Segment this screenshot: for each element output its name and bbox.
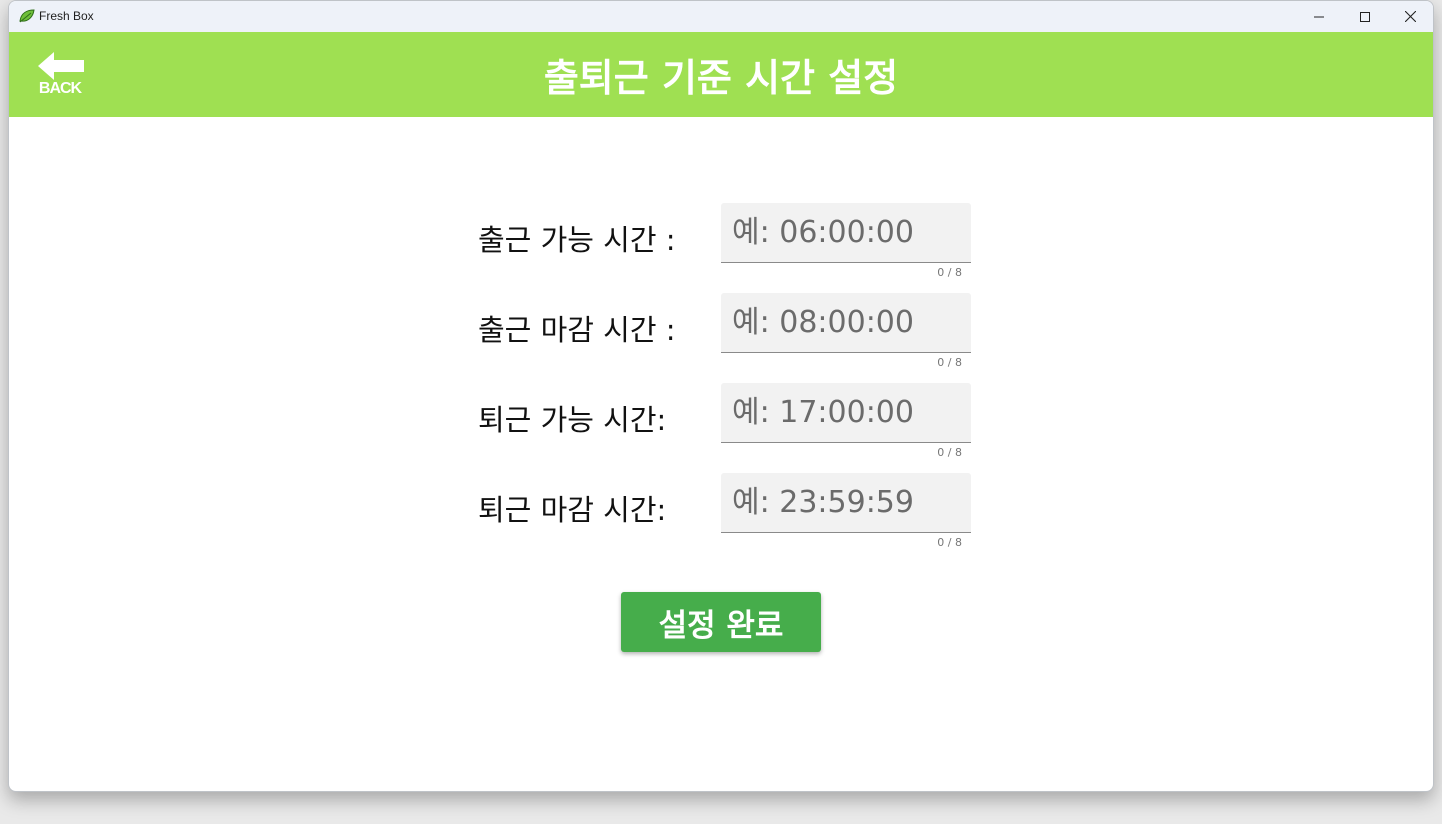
- title-bar: Fresh Box: [9, 1, 1433, 32]
- checkin-start-input[interactable]: [721, 203, 971, 262]
- char-counter: 0 / 8: [937, 356, 962, 369]
- checkout-start-label: 퇴근 가능 시간:: [478, 403, 667, 437]
- close-button[interactable]: [1387, 1, 1433, 32]
- checkin-end-input[interactable]: [721, 293, 971, 352]
- checkin-end-field[interactable]: [721, 293, 971, 353]
- char-counter: 0 / 8: [937, 536, 962, 549]
- checkout-end-field[interactable]: [721, 473, 971, 533]
- checkout-end-label: 퇴근 마감 시간:: [478, 493, 667, 527]
- minimize-icon: [1314, 16, 1324, 17]
- checkin-end-label: 출근 마감 시간 :: [478, 313, 676, 347]
- page-header: BACK 출퇴근 기준 시간 설정: [9, 32, 1433, 117]
- minimize-button[interactable]: [1296, 1, 1342, 32]
- checkout-start-field[interactable]: [721, 383, 971, 443]
- app-window: Fresh Box BACK 출퇴근 기준 시간 설정 출근 가능 시간: 예…: [8, 0, 1434, 792]
- maximize-button[interactable]: [1342, 1, 1388, 32]
- form-row-checkout-start: 퇴근 가능 시간: 0 / 8: [9, 383, 1433, 473]
- submit-button[interactable]: 설정 완료: [621, 592, 821, 652]
- checkout-start-input[interactable]: [721, 383, 971, 442]
- char-counter: 0 / 8: [937, 266, 962, 279]
- form-row-checkout-end: 퇴근 마감 시간: 0 / 8: [9, 473, 1433, 563]
- close-icon: [1404, 11, 1416, 22]
- char-counter: 0 / 8: [937, 446, 962, 459]
- checkin-start-field[interactable]: [721, 203, 971, 263]
- checkin-start-label: 출근 가능 시간 :: [478, 223, 676, 257]
- maximize-icon: [1360, 11, 1370, 22]
- leaf-icon: [19, 9, 35, 23]
- form-row-checkin-end: 출근 마감 시간 : 0 / 8: [9, 293, 1433, 383]
- checkout-end-input[interactable]: [721, 473, 971, 532]
- form-row-checkin-start: 출근 가능 시간 : 0 / 8: [9, 203, 1433, 293]
- page-title: 출퇴근 기준 시간 설정: [543, 56, 899, 100]
- window-title: Fresh Box: [39, 9, 94, 23]
